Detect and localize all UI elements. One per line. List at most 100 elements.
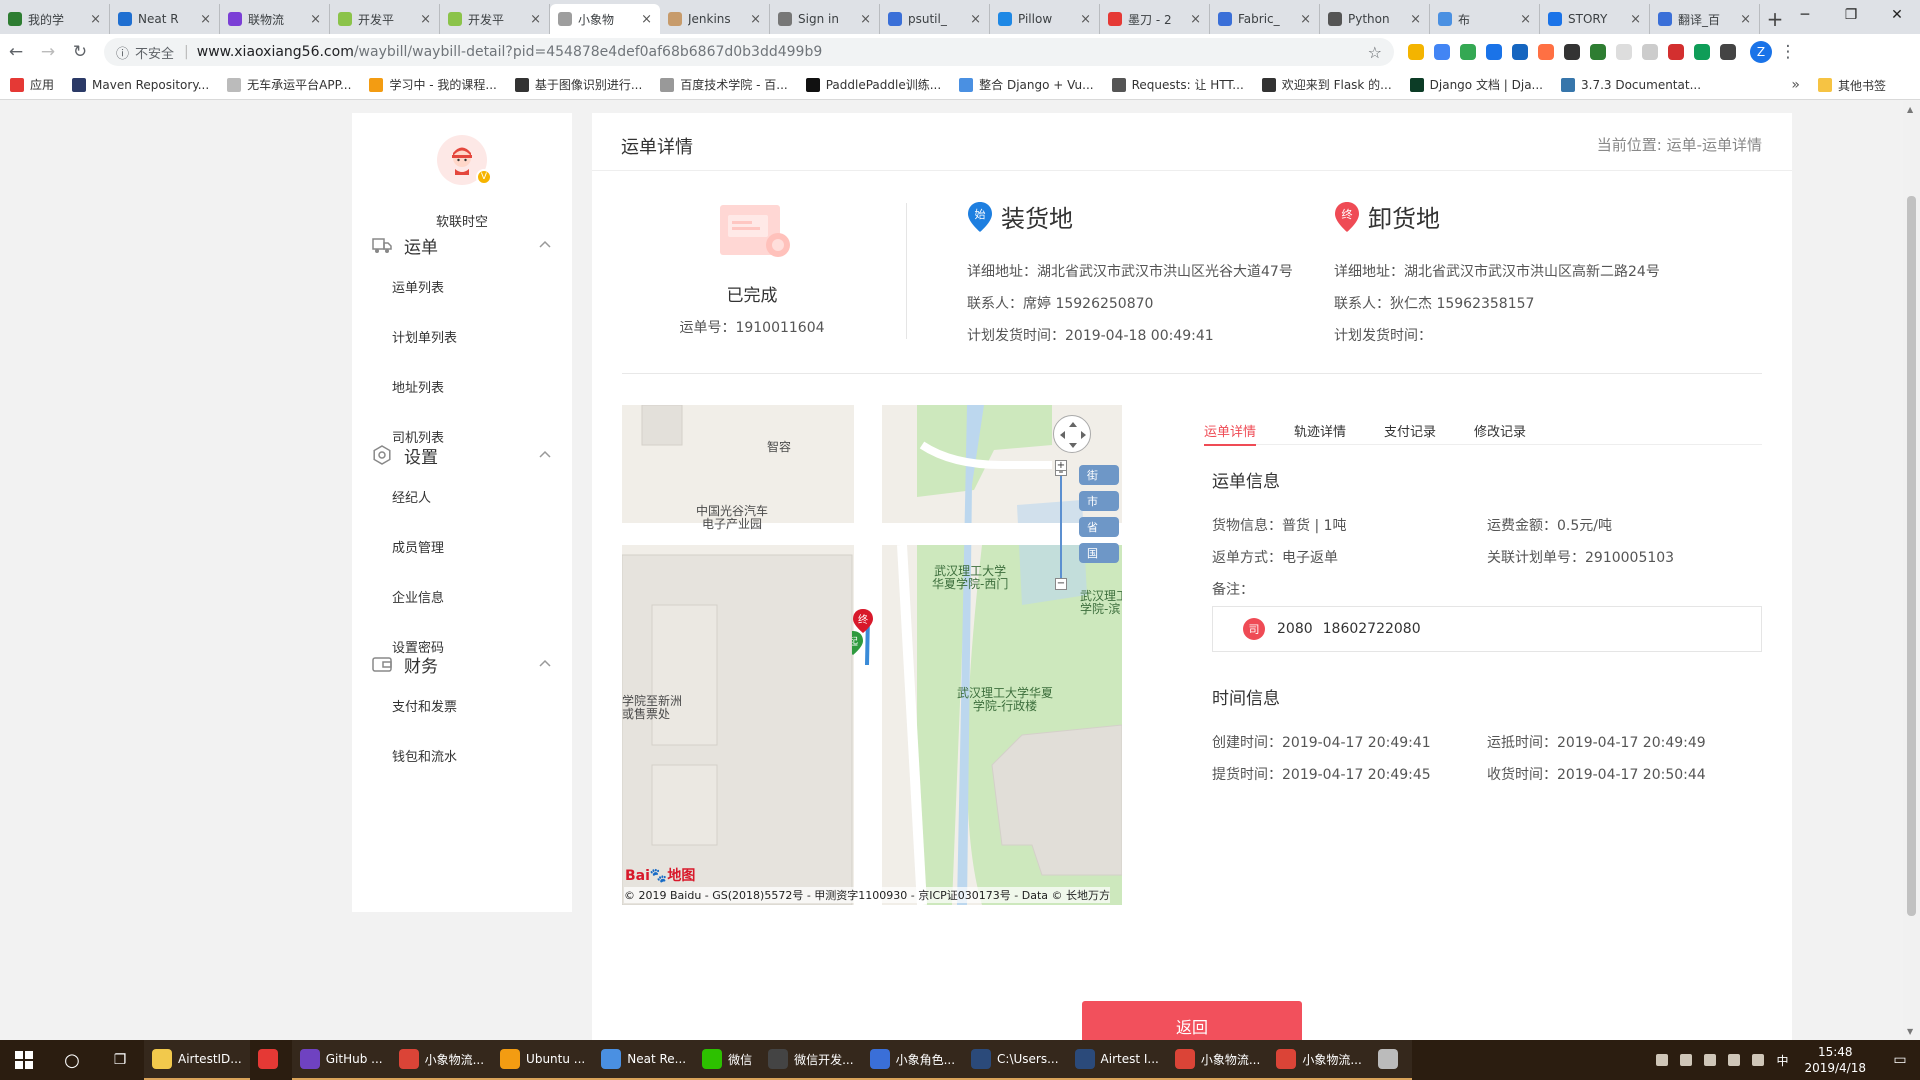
taskbar-app[interactable]: C:\Users... [963,1040,1067,1080]
browser-tab[interactable]: 小象物 × [550,4,660,34]
scroll-up-icon[interactable]: ▲ [1907,105,1913,114]
detail-tab[interactable]: 运单详情 [1204,409,1257,446]
route-markers[interactable]: 终 起 [852,609,892,669]
browser-tab[interactable]: 我的学 × [0,4,110,34]
tab-close-icon[interactable]: × [1520,12,1531,27]
browser-tab[interactable]: 联物流 × [220,4,330,34]
tab-close-icon[interactable]: × [1080,12,1091,27]
browser-tab[interactable]: 开发平 × [330,4,440,34]
close-window-icon[interactable]: ✕ [1874,0,1920,30]
minimize-icon[interactable]: ─ [1782,0,1828,30]
extension-icon[interactable] [1486,44,1502,60]
bookmark-item[interactable]: Requests: 让 HTT... [1111,76,1244,93]
volume-icon[interactable] [1752,1054,1765,1066]
info-icon[interactable]: ⓘ [116,43,129,62]
bookmark-item[interactable]: 百度技术学院 - 百... [660,76,788,93]
extension-icon[interactable] [1408,44,1424,60]
tab-close-icon[interactable]: × [1190,12,1201,27]
chevron-up-icon[interactable] [538,237,552,251]
tab-close-icon[interactable]: × [420,12,431,27]
bookmark-item[interactable]: 欢迎来到 Flask 的... [1261,76,1392,93]
clock[interactable]: 15:48 2019/4/18 [1804,1044,1866,1076]
bookmark-item[interactable]: PaddlePaddle训练... [805,76,941,93]
browser-tab[interactable]: Jenkins × [660,4,770,34]
browser-tab[interactable]: 布 × [1430,4,1540,34]
network-icon[interactable] [1728,1054,1741,1066]
extension-icon[interactable] [1694,44,1710,60]
bookmark-item[interactable]: Django 文档 | Dja... [1409,76,1543,93]
sidebar-item[interactable]: 经纪人 [392,487,431,506]
tab-close-icon[interactable]: × [641,12,652,27]
font-icon[interactable] [1616,44,1632,60]
ime-indicator[interactable]: 中 [1776,1052,1788,1069]
bookmark-item[interactable]: 基于图像识别进行... [514,76,642,93]
sidebar-group-1[interactable]: 设置 [352,435,572,475]
zoom-slider-handle[interactable]: = [1055,470,1067,476]
zoom-out-button[interactable]: − [1055,578,1067,590]
bookmark-item[interactable]: 学习中 - 我的课程... [369,76,497,93]
tray-icon[interactable] [1656,1054,1669,1066]
taskbar-app[interactable]: 小象物流... [390,1040,493,1080]
taskbar-app[interactable]: GitHub ... [291,1040,391,1080]
browser-tab[interactable]: Sign in × [770,4,880,34]
translate-icon[interactable] [1434,44,1450,60]
bookmark-item[interactable]: 无车承运平台APP... [227,76,351,93]
extension-icon[interactable] [1538,44,1554,60]
back-button[interactable]: 返回 [1082,1001,1302,1040]
bookmark-star-icon[interactable]: ☆ [1368,43,1382,62]
taskbar-app[interactable]: Airtest I... [1066,1040,1167,1080]
task-view-icon[interactable]: ❐ [96,1040,144,1080]
browser-tab[interactable]: STORY × [1540,4,1650,34]
sidebar-group-0[interactable]: 运单 [352,225,572,265]
bookmark-item[interactable]: Maven Repository... [72,77,209,92]
sidebar-item[interactable]: 支付和发票 [392,696,457,715]
scrollbar-thumb[interactable] [1907,196,1916,916]
tray-icon[interactable] [1704,1054,1717,1066]
sidebar-item[interactable]: 成员管理 [392,537,444,556]
tab-close-icon[interactable]: × [90,12,101,27]
scale-street-button[interactable]: 街 [1079,465,1119,485]
tray-icon[interactable] [1680,1054,1693,1066]
apps-shortcut[interactable]: 应用 [10,76,54,93]
taskbar-app[interactable] [250,1040,292,1080]
bookmark-item[interactable]: 3.7.3 Documentat... [1561,77,1701,92]
scroll-down-icon[interactable]: ▼ [1907,1027,1913,1036]
extension-icon[interactable] [1668,44,1684,60]
taskbar-app[interactable]: Ubuntu ... [492,1040,594,1080]
chevron-up-icon[interactable] [538,447,552,461]
bookmark-item[interactable]: 整合 Django + Vu... [959,76,1094,93]
tab-close-icon[interactable]: × [310,12,321,27]
tab-close-icon[interactable]: × [750,12,761,27]
detail-tab[interactable]: 支付记录 [1384,409,1436,445]
browser-tab[interactable]: 墨刀 - 2 × [1100,4,1210,34]
tab-close-icon[interactable]: × [1630,12,1641,27]
taskbar-app[interactable]: Neat Re... [593,1040,695,1080]
address-bar[interactable]: ⓘ 不安全 | www.xiaoxiang56.com /waybill/way… [104,38,1394,66]
tab-close-icon[interactable]: × [200,12,211,27]
chevron-up-icon[interactable] [538,656,552,670]
reload-icon[interactable]: ↻ [64,42,96,62]
forward-icon[interactable]: → [32,42,64,62]
browser-tab[interactable]: Python × [1320,4,1430,34]
browser-tab[interactable]: Neat R × [110,4,220,34]
notification-icon[interactable]: ▭ [1880,1052,1920,1068]
shield-icon[interactable] [1460,44,1476,60]
browser-tab[interactable]: 开发平 × [440,4,550,34]
start-button[interactable] [0,1040,48,1080]
extension-icon[interactable] [1642,44,1658,60]
tab-close-icon[interactable]: × [1300,12,1311,27]
browser-tab[interactable]: Fabric_ × [1210,4,1320,34]
taskbar-app[interactable]: 微信 [694,1040,761,1080]
tab-close-icon[interactable]: × [530,12,541,27]
extension-icon[interactable] [1720,44,1736,60]
scale-city-button[interactable]: 市 [1079,491,1119,511]
extension-icon[interactable] [1512,44,1528,60]
tab-close-icon[interactable]: × [860,12,871,27]
scale-province-button[interactable]: 省 [1079,517,1119,537]
taskbar-app[interactable]: 小象物流... [1166,1040,1269,1080]
sidebar-group-2[interactable]: 财务 [352,644,572,684]
baidu-map-logo[interactable]: Bai🐾地图 [625,865,695,885]
sidebar-item[interactable]: 计划单列表 [392,327,457,346]
profile-avatar[interactable]: Z [1750,41,1772,63]
browser-tab[interactable]: Pillow × [990,4,1100,34]
